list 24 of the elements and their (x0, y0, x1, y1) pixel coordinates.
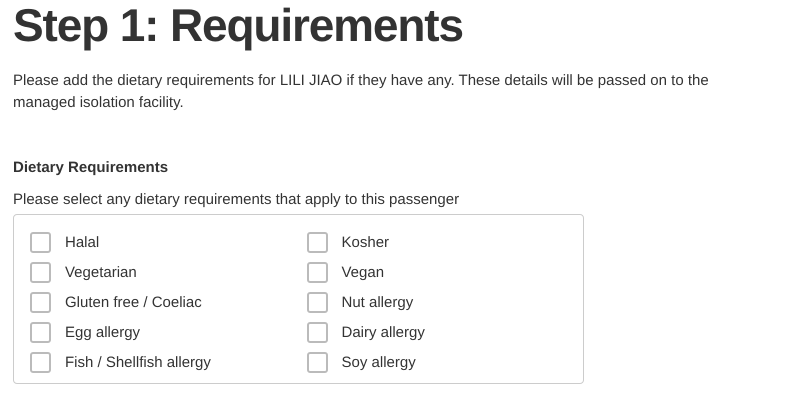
checkbox[interactable] (306, 232, 328, 253)
checkbox-option[interactable]: Vegetarian (30, 262, 306, 283)
checkbox-option[interactable]: Kosher (306, 232, 583, 253)
checkbox-option[interactable]: Egg allergy (30, 322, 306, 343)
checkbox[interactable] (306, 292, 328, 313)
checkbox[interactable] (306, 352, 328, 373)
section-hint: Please select any dietary requirements that apply to this passenger (13, 190, 460, 210)
page-heading: Step 1: Requirements (13, 2, 464, 48)
checkbox[interactable] (306, 322, 328, 343)
checkbox[interactable] (30, 352, 51, 373)
checkbox[interactable] (30, 322, 51, 343)
checkbox-option[interactable]: Gluten free / Coeliac (30, 292, 306, 313)
checkbox-option[interactable]: Soy allergy (306, 352, 583, 373)
checkbox-option[interactable]: Halal (30, 232, 306, 253)
checkbox-option[interactable]: Nut allergy (306, 292, 583, 313)
section-title: Dietary Requirements (13, 158, 170, 178)
checkbox-option[interactable]: Fish / Shellfish allergy (30, 352, 306, 373)
checkbox-option[interactable]: Vegan (306, 262, 583, 283)
checkbox[interactable] (30, 232, 51, 253)
checkbox[interactable] (30, 262, 51, 283)
checkbox[interactable] (30, 292, 51, 313)
intro-text: Please add the dietary requirements for LILI JIAO if they have any. These details will be passed on to the managed isolation facility. (13, 71, 710, 113)
checkbox-option[interactable]: Dairy allergy (306, 322, 583, 343)
checkbox[interactable] (306, 262, 328, 283)
